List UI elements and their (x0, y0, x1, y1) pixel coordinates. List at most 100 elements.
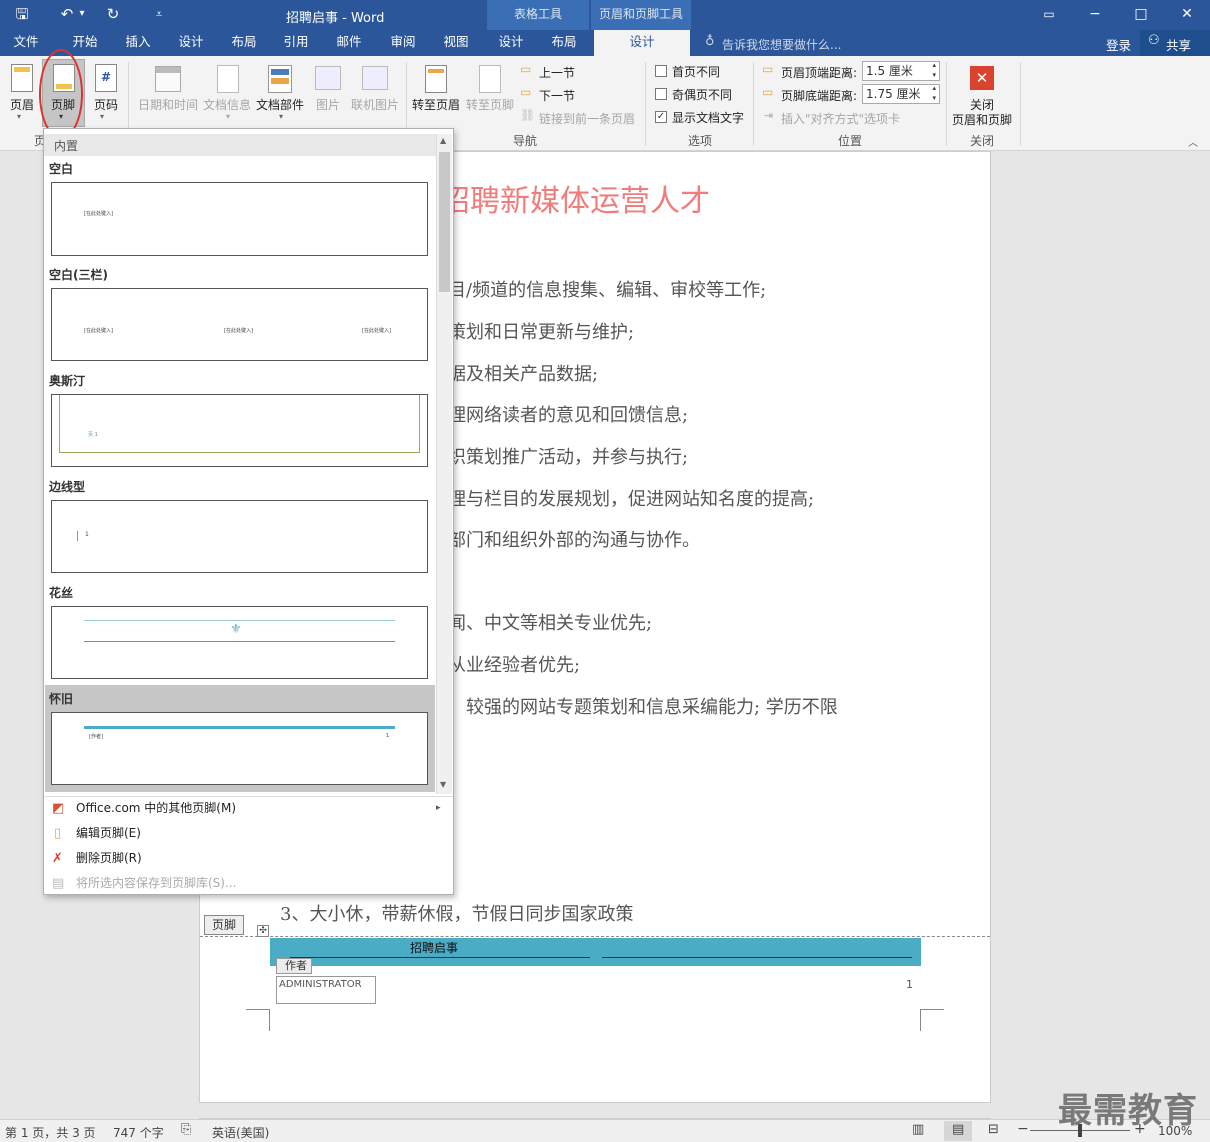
ribbon-tab-bar: 文件 开始 插入 设计 布局 引用 邮件 审阅 视图 设计 布局 设计 ♁ 告诉… (0, 30, 1210, 57)
close-header-footer-icon: ✕ (970, 66, 994, 90)
spinner-arrows-icon[interactable]: ▴ ▾ (932, 60, 936, 80)
proofing-icon[interactable]: ⎘ (181, 1122, 191, 1137)
author-content-control-tag[interactable]: 作者 (276, 958, 312, 974)
tab-table-design[interactable]: 设计 (487, 30, 535, 56)
header-button[interactable]: 页眉 (6, 96, 38, 113)
office-icon: ◩ (52, 801, 65, 816)
menu-save-selection-to-gallery[interactable]: ▤ 将所选内容保存到页脚库(S)... (44, 871, 453, 896)
header-distance-label: 页眉顶端距离: (781, 66, 858, 80)
print-layout-button[interactable]: ▤ (944, 1121, 972, 1141)
table-move-handle-icon[interactable]: ✣ (257, 925, 269, 937)
goto-footer-button[interactable]: 转至页脚 (464, 96, 516, 113)
tab-table-layout[interactable]: 布局 (540, 30, 588, 56)
page-number-button[interactable]: 页码 (90, 96, 122, 113)
prev-section-button[interactable]: 上一节 (539, 64, 575, 81)
tell-me-box[interactable]: 告诉我您想要做什么... (722, 36, 841, 53)
gallery-item-filigree[interactable]: ⚜ (51, 606, 428, 679)
maximize-button[interactable]: □ (1118, 0, 1164, 30)
gallery-item-title: 怀旧 (49, 692, 74, 706)
tab-design[interactable]: 设计 (166, 30, 216, 56)
gallery-item-sideline[interactable]: 1 (51, 500, 428, 573)
chevron-down-icon: ▾ (226, 112, 231, 121)
collapse-ribbon-icon[interactable]: ︿ (1188, 134, 1198, 149)
footer-distance-icon: ▭ (762, 85, 774, 99)
tab-header-footer-design[interactable]: 设计 (594, 30, 690, 57)
author-field[interactable]: ADMINISTRATOR (276, 976, 376, 1004)
tab-file[interactable]: 文件 (4, 30, 48, 56)
first-page-checkbox[interactable] (655, 65, 667, 77)
save-icon[interactable]: 🖫 (11, 4, 33, 24)
filigree-ornament-icon: ⚜ (230, 622, 242, 637)
gallery-section-header: 内置 (44, 134, 436, 156)
doc-heading: 招聘新媒体运营人才 (440, 184, 710, 219)
spinner-arrows-icon[interactable]: ▴ ▾ (932, 83, 936, 103)
word-count[interactable]: 747 个字 (113, 1124, 164, 1141)
undo-icon[interactable]: ↶ (56, 4, 78, 24)
next-section-button[interactable]: 下一节 (539, 87, 575, 104)
menu-remove-footer[interactable]: ✗ 删除页脚(R) (44, 846, 453, 871)
gallery-item-blank[interactable]: [在此处键入] (51, 182, 428, 256)
online-picture-button[interactable]: 联机图片 (349, 96, 401, 113)
footer-tag: 页脚 (204, 915, 244, 935)
customize-qat-icon[interactable]: ⩡ (148, 4, 170, 24)
share-button[interactable]: ⚇ 共享 (1140, 30, 1210, 56)
header-distance-icon: ▭ (762, 62, 774, 76)
goto-header-button[interactable]: 转至页眉 (410, 96, 462, 113)
header-distance-input[interactable]: 1.5 厘米 ▴ ▾ (862, 61, 940, 81)
body-line: 策划和日常更新与维护; (448, 322, 635, 343)
footer-distance-input[interactable]: 1.75 厘米 ▴ ▾ (862, 84, 940, 104)
insert-alignment-tab-button[interactable]: 插入"对齐方式"选项卡 (781, 110, 900, 127)
doc-info-button[interactable]: 文档信息 (201, 96, 253, 113)
save-to-gallery-icon: ▤ (52, 876, 65, 891)
undo-dropdown-icon[interactable]: ▾ (76, 4, 88, 24)
link-to-previous-button[interactable]: 链接到前一条页眉 (539, 110, 635, 127)
chevron-down-icon: ▾ (100, 112, 105, 121)
date-time-button[interactable]: 日期和时间 (136, 96, 200, 113)
menu-more-footers-office[interactable]: ◩ Office.com 中的其他页脚(M) ▸ (44, 796, 453, 821)
odd-even-label: 奇偶页不同 (672, 88, 733, 102)
body-line: 部门和组织外部的沟通与协作。 (448, 530, 700, 551)
gallery-item-austin[interactable]: 页 1 (51, 394, 428, 467)
gallery-item-retrospect[interactable]: [作者] 1 (51, 712, 428, 785)
sign-in-link[interactable]: 登录 (1106, 35, 1131, 54)
body-line: 闻、中文等相关专业优先; (448, 613, 653, 634)
gallery-item-blank-three-column[interactable]: [在此处键入] [在此处键入] [在此处键入] (51, 288, 428, 361)
tab-references[interactable]: 引用 (272, 30, 320, 56)
tab-layout[interactable]: 布局 (220, 30, 268, 56)
redo-icon[interactable]: ↻ (102, 4, 124, 24)
scroll-down-icon[interactable]: ▼ (440, 780, 446, 789)
title-bar: 🖫 ↶ ▾ ↻ ⩡ 招聘启事 - Word 表格工具 页眉和页脚工具 ▭ − □… (0, 0, 1210, 30)
body-line: 目/频道的信息搜集、编辑、审校等工作; (448, 280, 767, 301)
print-layout-icon: ▤ (952, 1122, 965, 1137)
show-doc-text-checkbox[interactable]: ✓ (655, 111, 667, 123)
tab-view[interactable]: 视图 (432, 30, 480, 56)
language[interactable]: 英语(美国) (212, 1124, 269, 1141)
group-label-close: 关闭 (969, 134, 994, 148)
scroll-thumb[interactable] (439, 152, 450, 292)
scroll-up-icon[interactable]: ▲ (440, 136, 446, 145)
group-label-position: 位置 (837, 134, 862, 148)
odd-even-checkbox[interactable] (655, 88, 667, 100)
zoom-out-icon[interactable]: − (1017, 1121, 1029, 1137)
read-mode-icon[interactable]: ▥ (912, 1122, 924, 1137)
menu-edit-footer[interactable]: ▯ 编辑页脚(E) (44, 821, 453, 846)
footer-distance-label: 页脚底端距离: (781, 89, 858, 103)
tab-insert[interactable]: 插入 (114, 30, 162, 56)
picture-button[interactable]: 图片 (312, 96, 344, 113)
close-header-footer-button-line2[interactable]: 页眉和页脚 (947, 111, 1017, 128)
close-window-button[interactable]: ✕ (1164, 0, 1210, 30)
web-layout-icon[interactable]: ⊟ (988, 1122, 999, 1137)
gallery-scrollbar[interactable]: ▲ ▼ (436, 134, 452, 794)
page-count[interactable]: 第 1 页，共 3 页 (5, 1124, 96, 1141)
page-number-icon: # (95, 64, 117, 92)
doc-parts-button[interactable]: 文档部件 (254, 96, 306, 113)
watermark-logo: 最需教育 (1058, 1091, 1198, 1131)
group-label-navigation: 导航 (512, 134, 537, 148)
link-icon: ⛓ (520, 108, 536, 122)
ribbon-options-button[interactable]: ▭ (1026, 0, 1072, 30)
tab-mailings[interactable]: 邮件 (325, 30, 373, 56)
header-icon (11, 64, 33, 92)
picture-icon (315, 66, 341, 90)
minimize-button[interactable]: − (1072, 0, 1118, 30)
tab-review[interactable]: 审阅 (379, 30, 427, 56)
